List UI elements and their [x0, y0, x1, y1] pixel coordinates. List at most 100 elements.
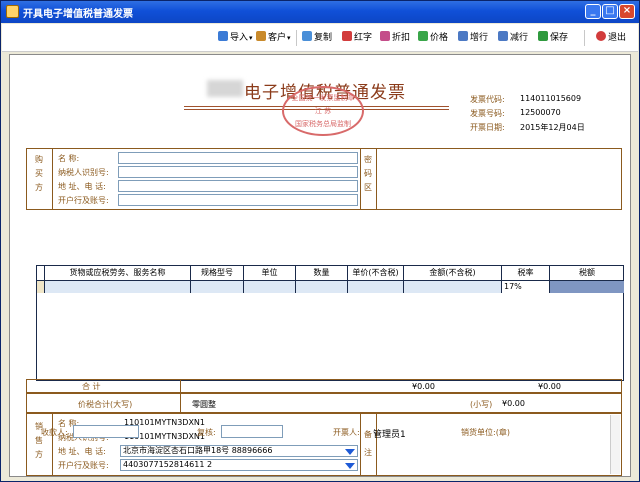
import-icon [218, 31, 228, 41]
price-button[interactable]: 价格 [418, 31, 448, 45]
chevron-down-icon: ▾ [287, 34, 291, 42]
invoice-code: 114011015609 [520, 94, 582, 103]
grand-total-label: 价税合计(大写) [78, 400, 133, 409]
invoice-form: 电子增值税普通发票 全国统一发票监制章 江 苏 国家税务总局监制 发票代码: 1… [14, 58, 624, 476]
review-input[interactable] [221, 425, 283, 438]
blurred-region [207, 80, 243, 97]
divider [180, 393, 181, 413]
discount-label: 折扣 [392, 33, 411, 43]
sum-label: 合 计 [82, 382, 101, 391]
chevron-down-icon[interactable] [345, 449, 355, 455]
payee-input[interactable] [73, 425, 139, 438]
cell-tax[interactable] [550, 281, 624, 293]
grand-total-lower: ¥0.00 [502, 399, 525, 408]
exit-button[interactable]: 退出 [596, 31, 626, 45]
toolbar-separator [296, 30, 297, 46]
save-label: 保存 [550, 33, 569, 43]
save-button[interactable]: 保存 [538, 31, 568, 45]
power-icon [596, 31, 606, 41]
cell-amount[interactable] [404, 281, 502, 293]
lowercase-label: (小写) [470, 400, 493, 409]
review-label: 复核: [197, 428, 216, 437]
seller-addr-label: 地 址、电 话: [58, 447, 106, 456]
red-label: 红字 [354, 33, 373, 43]
cipher-label: 密码区 [364, 155, 372, 192]
seal-text: 全国统一发票监制章 [291, 94, 355, 102]
invoice-date-label: 开票日期: [470, 123, 505, 132]
column-header: 数量 [296, 266, 348, 280]
invoice-number: 12500070 [520, 108, 561, 117]
app-icon [6, 5, 19, 18]
customer-button[interactable]: 客户▾ [256, 31, 291, 45]
invoice-number-label: 发票号码: [470, 109, 505, 118]
toolbar: 导入▾ 客户▾ 复制 红字 折扣 价格 增行 减行 保存 退出 [2, 24, 638, 52]
row-marker[interactable] [37, 281, 45, 293]
buyer-addr-label: 地 址、电 话: [58, 182, 106, 191]
close-button[interactable]: × [619, 4, 635, 19]
buyer-bank-input[interactable] [118, 194, 358, 206]
divider [52, 148, 53, 210]
sum-tax: ¥0.00 [538, 382, 561, 391]
sum-row [26, 379, 622, 393]
column-header: 税率 [502, 266, 550, 280]
seller-bank-select[interactable]: 4403077152814611 2 [120, 459, 358, 471]
seller-addr-select[interactable]: 北京市海淀区杏石口路甲18号 88896666 [120, 445, 358, 457]
add-row-icon [458, 31, 468, 41]
cell-name[interactable] [45, 281, 191, 293]
buyer-name-input[interactable] [118, 152, 358, 164]
cell-price[interactable] [348, 281, 404, 293]
column-header: 税额 [579, 268, 595, 277]
divider [360, 148, 361, 210]
remark-scrollbar[interactable] [610, 415, 620, 474]
seller-addr-value: 北京市海淀区杏石口路甲18号 88896666 [123, 446, 273, 455]
seller-bank-value: 4403077152814611 2 [123, 460, 213, 469]
red-invoice-icon [342, 31, 352, 41]
add-row-button[interactable]: 增行 [458, 31, 488, 45]
cell-spec[interactable] [191, 281, 244, 293]
divider [376, 413, 377, 476]
column-header: 规格型号 [191, 266, 244, 280]
title-bar[interactable]: 开具电子增值税普通发票 _ □ × [1, 1, 639, 23]
delete-row-button[interactable]: 减行 [498, 31, 528, 45]
column-header: 单位 [244, 266, 296, 280]
add-row-label: 增行 [470, 33, 489, 43]
copy-icon [302, 31, 312, 41]
import-button[interactable]: 导入▾ [218, 31, 253, 45]
toolbar-separator [584, 30, 585, 46]
maximize-button[interactable]: □ [602, 4, 618, 19]
drawer-name: 管理员1 [373, 430, 406, 440]
seller-seal-label: 销货单位:(章) [461, 428, 510, 437]
price-label: 价格 [430, 33, 449, 43]
save-icon [538, 31, 548, 41]
discount-button[interactable]: 折扣 [380, 31, 410, 45]
chevron-down-icon: ▾ [249, 34, 253, 42]
buyer-tax-input[interactable] [118, 166, 358, 178]
delete-row-label: 减行 [510, 33, 529, 43]
delete-row-icon [498, 31, 508, 41]
exit-label: 退出 [608, 33, 627, 43]
buyer-side-label: 购买方 [35, 155, 43, 192]
copy-button[interactable]: 复制 [302, 31, 332, 45]
buyer-tax-label: 纳税人识别号: [58, 168, 109, 177]
cell-unit[interactable] [244, 281, 296, 293]
copy-label: 复制 [314, 33, 333, 43]
column-header: 货物或应税劳务、服务名称 [45, 266, 191, 280]
official-seal: 全国统一发票监制章 江 苏 国家税务总局监制 [282, 86, 364, 136]
cell-qty[interactable] [296, 281, 348, 293]
seal-text: 江 苏 [314, 107, 332, 115]
sum-amount: ¥0.00 [412, 382, 435, 391]
column-header: 单价(不含税) [348, 266, 404, 280]
chevron-down-icon[interactable] [345, 463, 355, 469]
minimize-button[interactable]: _ [585, 4, 601, 19]
red-button[interactable]: 红字 [342, 31, 372, 45]
drawer-label: 开票人: [333, 428, 360, 437]
cell-rate[interactable]: 17% [502, 281, 550, 293]
import-label: 导入 [230, 33, 249, 43]
remark-label: 备注 [364, 430, 372, 457]
buyer-addr-input[interactable] [118, 180, 358, 192]
seller-bank-label: 开户行及账号: [58, 461, 109, 470]
buyer-bank-label: 开户行及账号: [58, 196, 109, 205]
discount-icon [380, 31, 390, 41]
invoice-date: 2015年12月04日 [520, 123, 585, 132]
divider [360, 413, 361, 476]
